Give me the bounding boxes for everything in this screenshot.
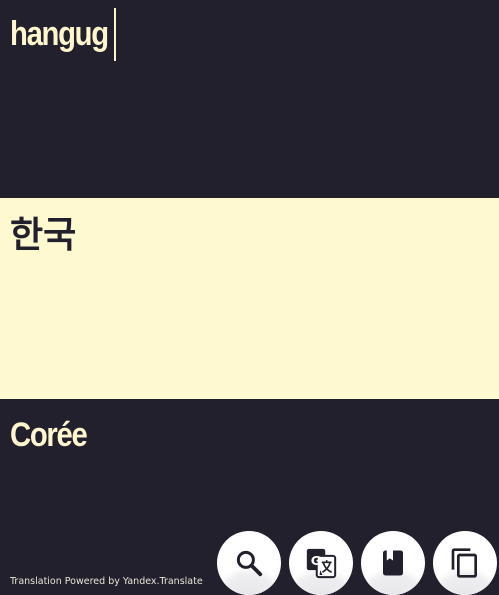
search-button[interactable] [217,531,281,595]
dictionary-icon [383,550,403,576]
translation-result-pane: 한국 [0,198,499,399]
translation-secondary: Corée [10,416,88,454]
yandex-credit: Translation Powered by Yandex.Translate [10,576,203,587]
text-caret [114,8,116,61]
google-translate-button[interactable]: G [289,531,353,595]
copy-icon [451,548,477,578]
dictionary-button[interactable] [361,531,425,595]
google-translate-icon: G [306,548,337,579]
search-icon [236,550,263,577]
translation-primary: 한국 [10,215,77,256]
svg-text:G: G [311,554,321,569]
source-text-input[interactable]: hangug [10,12,109,56]
copy-button[interactable] [433,531,497,595]
input-pane[interactable]: hangug [0,0,499,198]
